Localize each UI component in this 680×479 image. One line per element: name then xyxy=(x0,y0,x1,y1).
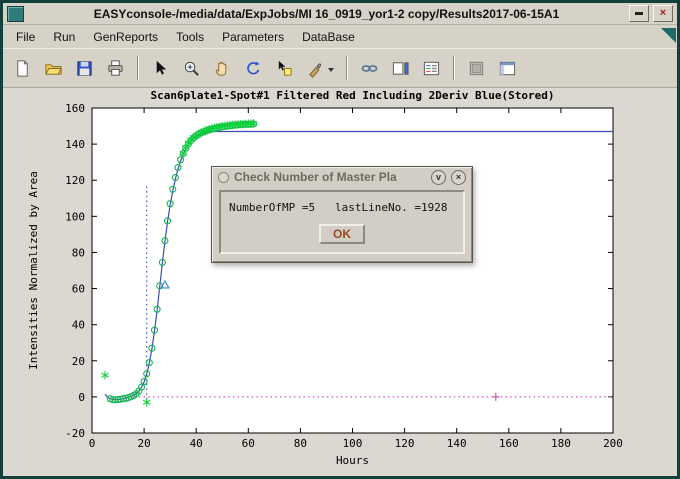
print-button[interactable] xyxy=(101,54,130,83)
toolbar xyxy=(3,48,677,88)
svg-text:0: 0 xyxy=(89,437,96,450)
show-plot-tools-icon xyxy=(498,59,517,78)
menu-tools[interactable]: Tools xyxy=(167,27,213,47)
svg-text:Hours: Hours xyxy=(336,454,369,467)
insert-colorbar-icon xyxy=(391,59,410,78)
data-cursor-button[interactable] xyxy=(270,54,299,83)
svg-text:80: 80 xyxy=(72,246,85,259)
corner-resize-icon xyxy=(661,28,676,43)
open-folder-icon xyxy=(44,59,63,78)
minimize-button[interactable] xyxy=(629,5,649,22)
new-document-icon xyxy=(13,59,32,78)
print-icon xyxy=(106,59,125,78)
new-document-button[interactable] xyxy=(8,54,37,83)
svg-text:80: 80 xyxy=(294,437,307,450)
svg-text:60: 60 xyxy=(72,283,85,296)
zoom-in-button[interactable] xyxy=(177,54,206,83)
save-icon xyxy=(75,59,94,78)
dialog-collapse-button[interactable]: v xyxy=(431,170,446,185)
data-cursor-icon xyxy=(275,59,294,78)
brush-button[interactable] xyxy=(301,54,339,83)
minimize-icon xyxy=(635,12,643,15)
open-folder-button[interactable] xyxy=(39,54,68,83)
insert-colorbar-button[interactable] xyxy=(386,54,415,83)
svg-text:140: 140 xyxy=(447,437,467,450)
save-button[interactable] xyxy=(70,54,99,83)
chart-canvas: 0 20 40 60 80 100 120 140 160 180 200 -20 0 20 40 60 80 1… xyxy=(3,88,677,476)
svg-text:180: 180 xyxy=(551,437,571,450)
svg-text:140: 140 xyxy=(65,138,85,151)
hide-plot-tools-icon xyxy=(467,59,486,78)
svg-text:40: 40 xyxy=(190,437,203,450)
toolbar-separator xyxy=(137,56,139,80)
svg-text:-20: -20 xyxy=(65,427,85,440)
pan-hand-button[interactable] xyxy=(208,54,237,83)
dialog-body: NumberOfMP =5 lastLineNo. =1928 OK xyxy=(212,187,472,262)
dialog-close-button[interactable]: × xyxy=(451,170,466,185)
toolbar-separator xyxy=(346,56,348,80)
pan-hand-icon xyxy=(213,59,232,78)
svg-text:60: 60 xyxy=(242,437,255,450)
show-plot-tools-button[interactable] xyxy=(493,54,522,83)
edit-cursor-button[interactable] xyxy=(146,54,175,83)
menu-database[interactable]: DataBase xyxy=(293,27,364,47)
figure-area: 0 20 40 60 80 100 120 140 160 180 200 -20 0 20 40 60 80 1… xyxy=(3,88,677,476)
menu-run[interactable]: Run xyxy=(44,27,84,47)
brush-icon xyxy=(307,59,326,78)
rotate-3d-button[interactable] xyxy=(239,54,268,83)
window-title: EASYconsole-/media/data/ExpJobs/MI 16_09… xyxy=(28,7,625,21)
edit-cursor-icon xyxy=(151,59,170,78)
menu-parameters[interactable]: Parameters xyxy=(213,27,293,47)
svg-text:Intensities Normalized by Area: Intensities Normalized by Area xyxy=(27,171,40,370)
ok-button[interactable]: OK xyxy=(319,224,365,244)
svg-text:160: 160 xyxy=(65,102,85,115)
dialog-message: NumberOfMP =5 lastLineNo. =1928 xyxy=(229,201,455,214)
svg-text:120: 120 xyxy=(65,174,85,187)
brush-dropdown-icon[interactable] xyxy=(328,68,334,75)
svg-text:40: 40 xyxy=(72,319,85,332)
close-icon: × xyxy=(660,8,666,19)
link-plots-icon xyxy=(360,59,379,78)
menu-genreports[interactable]: GenReports xyxy=(84,27,167,47)
svg-text:200: 200 xyxy=(603,437,623,450)
svg-text:120: 120 xyxy=(395,437,415,450)
dialog-check-number-of-master-plates: Check Number of Master Pla v × NumberOfM… xyxy=(211,166,473,263)
menu-bar: FileRunGenReportsToolsParametersDataBase xyxy=(3,25,677,48)
app-window: EASYconsole-/media/data/ExpJobs/MI 16_09… xyxy=(0,0,680,479)
dialog-message-panel: NumberOfMP =5 lastLineNo. =1928 OK xyxy=(219,190,465,254)
title-bar: EASYconsole-/media/data/ExpJobs/MI 16_09… xyxy=(3,3,677,25)
dialog-title-bar: Check Number of Master Pla v × xyxy=(212,167,472,187)
dialog-title: Check Number of Master Pla xyxy=(234,170,426,184)
zoom-in-icon xyxy=(182,59,201,78)
toolbar-separator xyxy=(453,56,455,80)
rotate-3d-icon xyxy=(244,59,263,78)
svg-text:20: 20 xyxy=(137,437,150,450)
svg-text:100: 100 xyxy=(343,437,363,450)
svg-text:Scan6plate1-Spot#1 Filtered Re: Scan6plate1-Spot#1 Filtered Red Includin… xyxy=(151,89,555,102)
link-plots-button[interactable] xyxy=(355,54,384,83)
window-menu-icon[interactable] xyxy=(7,6,24,22)
svg-text:160: 160 xyxy=(499,437,519,450)
menu-file[interactable]: File xyxy=(7,27,44,47)
svg-text:20: 20 xyxy=(72,355,85,368)
hide-plot-tools-button[interactable] xyxy=(462,54,491,83)
insert-legend-button[interactable] xyxy=(417,54,446,83)
svg-text:0: 0 xyxy=(78,391,85,404)
svg-text:100: 100 xyxy=(65,210,85,223)
close-button[interactable]: × xyxy=(653,5,673,22)
dialog-window-icon xyxy=(218,172,229,183)
insert-legend-icon xyxy=(422,59,441,78)
